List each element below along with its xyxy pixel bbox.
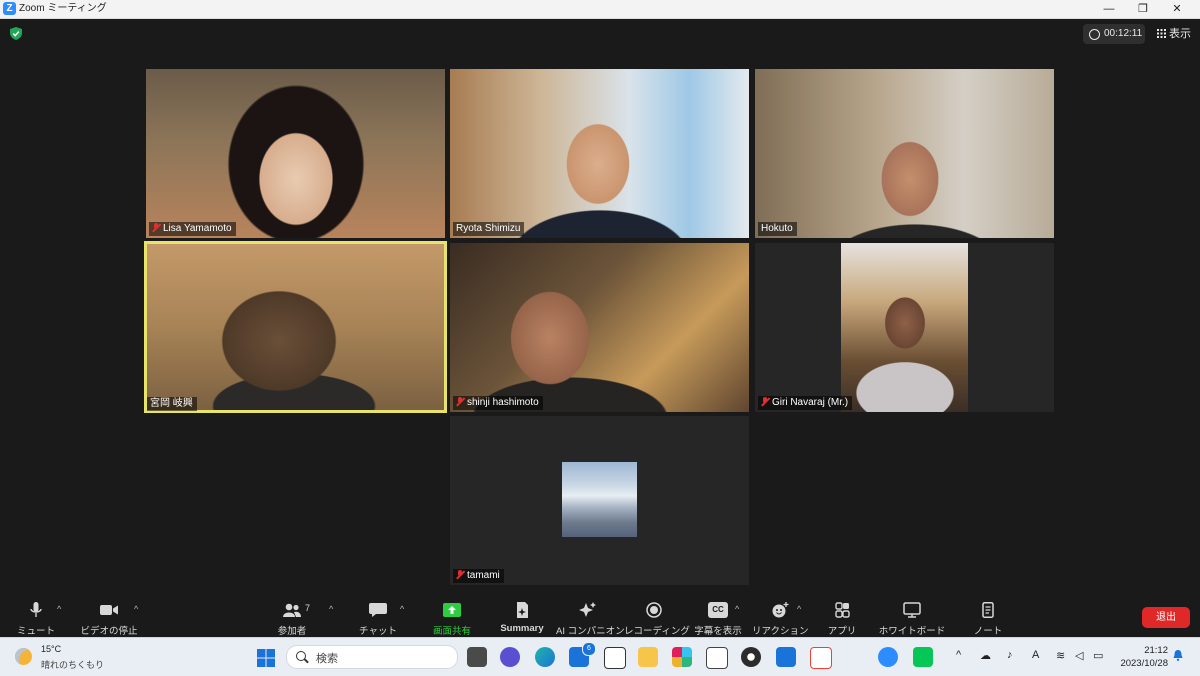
ime-indicator[interactable]: A — [1032, 649, 1039, 661]
tray-overflow-icon[interactable]: ^ — [956, 649, 961, 661]
title-bar: Z Zoom ミーティング — ❐ ✕ — [0, 0, 1200, 19]
whiteboard-button[interactable]: ホワイトボード — [876, 599, 948, 637]
muted-mic-icon — [152, 223, 160, 232]
reactions-options-caret[interactable]: ^ — [797, 604, 801, 614]
video-camera-icon — [100, 605, 118, 615]
video-options-caret[interactable]: ^ — [134, 604, 138, 614]
ai-companion-button[interactable]: AI コンパニオン — [556, 599, 625, 637]
file-explorer-icon[interactable] — [638, 647, 658, 667]
weather-sun-cloud-icon[interactable] — [15, 648, 32, 665]
summary-button[interactable]: Summary — [496, 599, 548, 637]
pin-app-icon[interactable] — [844, 647, 864, 667]
meeting-toolbar: ミュート ^ ビデオの停止 ^ 参加者 7 ^ チャット ^ 画面共有 Summ… — [0, 599, 1200, 637]
window-title: Zoom ミーティング — [19, 3, 107, 14]
summary-document-icon — [517, 602, 528, 618]
ai-sparkle-icon — [579, 602, 596, 617]
microphone-tray-icon[interactable]: ♪ — [1007, 649, 1013, 661]
taskbar-clock[interactable]: 21:12 2023/10/28 — [1108, 644, 1168, 670]
line-icon[interactable] — [913, 647, 933, 667]
record-button[interactable]: レコーディング — [624, 599, 690, 637]
share-screen-icon — [443, 603, 461, 617]
close-button[interactable]: ✕ — [1154, 0, 1200, 18]
participant-tile[interactable]: Lisa Yamamoto — [146, 69, 445, 238]
chat-bubble-icon — [369, 603, 387, 617]
profile-picture — [562, 462, 637, 537]
closed-captions-icon: CC — [708, 602, 728, 618]
whiteboard-icon — [903, 602, 921, 618]
mail-icon[interactable]: 6 — [569, 642, 596, 667]
participant-name-label: shinji hashimoto — [453, 396, 543, 410]
participant-tile[interactable]: tamami — [450, 416, 749, 585]
participant-tile[interactable]: shinji hashimoto — [450, 243, 749, 412]
share-screen-button[interactable]: 画面共有 — [426, 599, 478, 637]
participant-video — [841, 243, 968, 412]
encryption-shield-icon[interactable] — [10, 27, 22, 40]
grid-view-icon — [1157, 29, 1166, 38]
participant-name-label: Ryota Shimizu — [453, 222, 525, 236]
meeting-timer[interactable]: 00:12:11 — [1083, 24, 1145, 44]
mail-unread-badge: 6 — [582, 642, 596, 656]
participants-options-caret[interactable]: ^ — [329, 604, 333, 614]
google-calendar-icon[interactable] — [776, 647, 796, 667]
volume-icon[interactable]: ◁ — [1075, 649, 1083, 662]
search-placeholder: 検索 — [316, 653, 338, 665]
windows-start-icon[interactable] — [257, 649, 275, 667]
participant-name-label: Giri Navaraj (Mr.) — [758, 396, 853, 410]
slack-icon[interactable] — [672, 647, 692, 667]
battery-icon[interactable]: ▭ — [1093, 649, 1103, 662]
onedrive-icon[interactable]: ☁ — [980, 649, 991, 662]
search-icon — [296, 651, 306, 661]
apps-icon — [835, 602, 850, 618]
record-icon — [646, 602, 662, 618]
weather-temperature[interactable]: 15°C — [41, 644, 61, 654]
microphone-icon — [30, 602, 42, 617]
zoom-logo-icon: Z — [3, 2, 16, 15]
spiir-app-icon[interactable] — [706, 647, 728, 669]
notification-bell-icon[interactable] — [1173, 650, 1183, 661]
participant-name-label: Lisa Yamamoto — [149, 222, 236, 236]
meeting-stage: 00:12:11 表示 Lisa Yamamoto Ryota Shimizu … — [0, 19, 1200, 599]
participant-tile[interactable]: Ryota Shimizu — [450, 69, 749, 238]
muted-mic-icon — [456, 397, 464, 406]
participants-count: 7 — [305, 603, 311, 613]
weather-description[interactable]: 晴れのちくもり — [41, 658, 104, 671]
mute-button[interactable]: ミュート — [10, 599, 62, 637]
leave-meeting-button[interactable]: 退出 — [1142, 607, 1190, 628]
participant-tile[interactable]: Giri Navaraj (Mr.) — [755, 243, 1054, 412]
notion-icon[interactable] — [604, 647, 626, 669]
zoom-taskbar-icon[interactable] — [878, 647, 898, 667]
windows-taskbar: 15°C 晴れのちくもり 検索 6 ^ ☁ ♪ A ≋ ◁ ▭ 21:12 20… — [0, 637, 1200, 676]
apps-button[interactable]: アプリ — [822, 599, 862, 637]
captions-options-caret[interactable]: ^ — [735, 604, 739, 614]
mute-options-caret[interactable]: ^ — [57, 604, 61, 614]
muted-mic-icon — [456, 570, 464, 579]
gmail-icon[interactable] — [810, 647, 832, 669]
participant-name-label: tamami — [453, 569, 504, 583]
participants-icon — [283, 603, 301, 617]
chat-button[interactable]: チャット — [356, 599, 400, 637]
view-button[interactable]: 表示 — [1151, 24, 1193, 44]
taskbar-search-box[interactable]: 検索 — [286, 645, 458, 669]
notes-button[interactable]: ノート — [966, 599, 1010, 637]
participant-tile[interactable]: Hokuto — [755, 69, 1054, 238]
teams-chat-icon[interactable] — [500, 647, 520, 667]
edge-browser-icon[interactable] — [535, 647, 555, 667]
muted-mic-icon — [761, 397, 769, 406]
participant-name-label: Hokuto — [758, 222, 797, 236]
clock-icon — [1089, 29, 1100, 40]
stop-video-button[interactable]: ビデオの停止 — [78, 599, 140, 637]
participant-name-label: 宮岡 岐興 — [147, 397, 197, 411]
reaction-smiley-icon — [772, 602, 789, 618]
notes-icon — [982, 602, 994, 618]
task-view-icon[interactable] — [467, 647, 487, 667]
participant-tile-active-speaker[interactable]: 宮岡 岐興 — [144, 241, 447, 413]
wifi-icon[interactable]: ≋ — [1056, 649, 1065, 662]
davinci-resolve-icon[interactable] — [741, 647, 761, 667]
chat-options-caret[interactable]: ^ — [400, 604, 404, 614]
